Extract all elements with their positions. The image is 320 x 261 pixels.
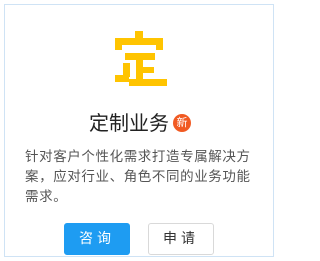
new-badge: 新	[173, 114, 191, 132]
consult-button[interactable]: 咨询	[64, 223, 130, 255]
ding-character-logo-icon	[115, 31, 167, 86]
card-description: 针对客户个性化需求打造专属解决方案，应对行业、角色不同的业务功能需求。	[25, 149, 251, 205]
title-row: 定制业务 新	[5, 109, 273, 137]
card-title: 定制业务	[89, 111, 169, 135]
apply-button[interactable]: 申请	[148, 223, 214, 255]
service-card: 定制业务 新 针对客户个性化需求打造专属解决方案，应对行业、角色不同的业务功能需…	[4, 4, 274, 257]
